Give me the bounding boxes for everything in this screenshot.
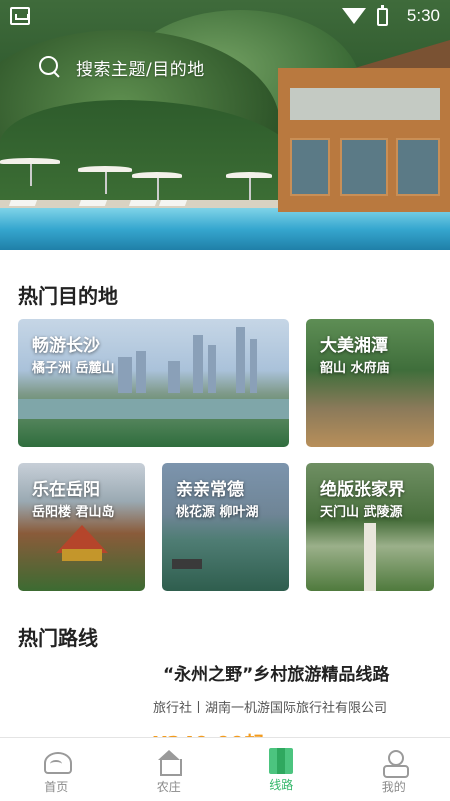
destination-card-changde[interactable]: 亲亲常德 桃花源 柳叶湖 bbox=[162, 463, 289, 591]
profile-icon bbox=[379, 748, 409, 778]
status-bar: 5:30 bbox=[10, 5, 440, 28]
destination-card-yueyang[interactable]: 乐在岳阳 岳阳楼 君山岛 bbox=[18, 463, 145, 591]
tab-home[interactable]: 首页 bbox=[0, 738, 113, 801]
lounger-shape bbox=[158, 200, 188, 206]
battery-icon bbox=[377, 5, 388, 26]
destination-name: 绝版张家界 bbox=[320, 480, 405, 500]
farm-icon bbox=[154, 748, 184, 776]
destination-name: 大美湘潭 bbox=[320, 336, 388, 356]
destination-card-zhangjiajie[interactable]: 绝版张家界 天门山 武陵源 bbox=[306, 463, 434, 591]
umbrella-shape bbox=[78, 166, 132, 194]
route-title[interactable]: “永州之野”乡村旅游精品线路 bbox=[163, 660, 389, 685]
search-placeholder[interactable]: 搜索主题/目的地 bbox=[76, 55, 205, 80]
umbrella-shape bbox=[132, 172, 182, 200]
destination-spots: 岳阳楼 君山岛 bbox=[32, 505, 115, 520]
status-time: 5:30 bbox=[406, 6, 440, 25]
hero-banner[interactable]: 5:30 搜索主题/目的地 bbox=[0, 0, 450, 250]
section-title-routes: 热门路线 bbox=[18, 626, 98, 650]
tab-profile[interactable]: 我的 bbox=[338, 738, 450, 801]
destination-spots: 天门山 武陵源 bbox=[320, 505, 403, 520]
destination-spots: 韶山 水府庙 bbox=[320, 361, 390, 376]
lounger-shape bbox=[78, 200, 108, 206]
destination-card-changsha[interactable]: 畅游长沙 橘子洲 岳麓山 bbox=[18, 319, 289, 447]
message-icon bbox=[10, 7, 30, 25]
section-title-destinations: 热门目的地 bbox=[18, 284, 118, 308]
destination-spots: 橘子洲 岳麓山 bbox=[32, 361, 115, 376]
destination-name: 乐在岳阳 bbox=[32, 480, 100, 500]
tab-label: 我的 bbox=[381, 780, 406, 794]
destination-spots: 桃花源 柳叶湖 bbox=[176, 505, 259, 520]
lounger-shape bbox=[128, 200, 158, 206]
wifi-icon bbox=[342, 8, 366, 24]
destination-name: 亲亲常德 bbox=[176, 480, 244, 500]
umbrella-shape bbox=[226, 172, 272, 200]
tab-route[interactable]: 线路 bbox=[225, 738, 338, 801]
tab-farm[interactable]: 农庄 bbox=[113, 738, 226, 801]
home-icon bbox=[41, 748, 73, 776]
lounger-shape bbox=[8, 200, 38, 206]
tab-label: 农庄 bbox=[156, 780, 181, 794]
search-icon[interactable] bbox=[38, 55, 62, 79]
tab-label: 首页 bbox=[44, 780, 69, 794]
bottom-tab-bar: 首页 农庄 线路 我的 bbox=[0, 737, 450, 801]
route-agency: 旅行社丨湖南一机游国际旅行社有限公司 bbox=[153, 701, 388, 716]
umbrella-shape bbox=[0, 158, 60, 186]
destination-card-xiangtan[interactable]: 大美湘潭 韶山 水府庙 bbox=[306, 319, 434, 447]
tab-label: 线路 bbox=[269, 778, 294, 792]
hero-pool bbox=[0, 208, 450, 250]
hero-building bbox=[268, 40, 450, 212]
search-bar[interactable]: 搜索主题/目的地 bbox=[38, 52, 205, 82]
destination-name: 畅游长沙 bbox=[32, 336, 100, 356]
route-icon bbox=[269, 748, 294, 774]
